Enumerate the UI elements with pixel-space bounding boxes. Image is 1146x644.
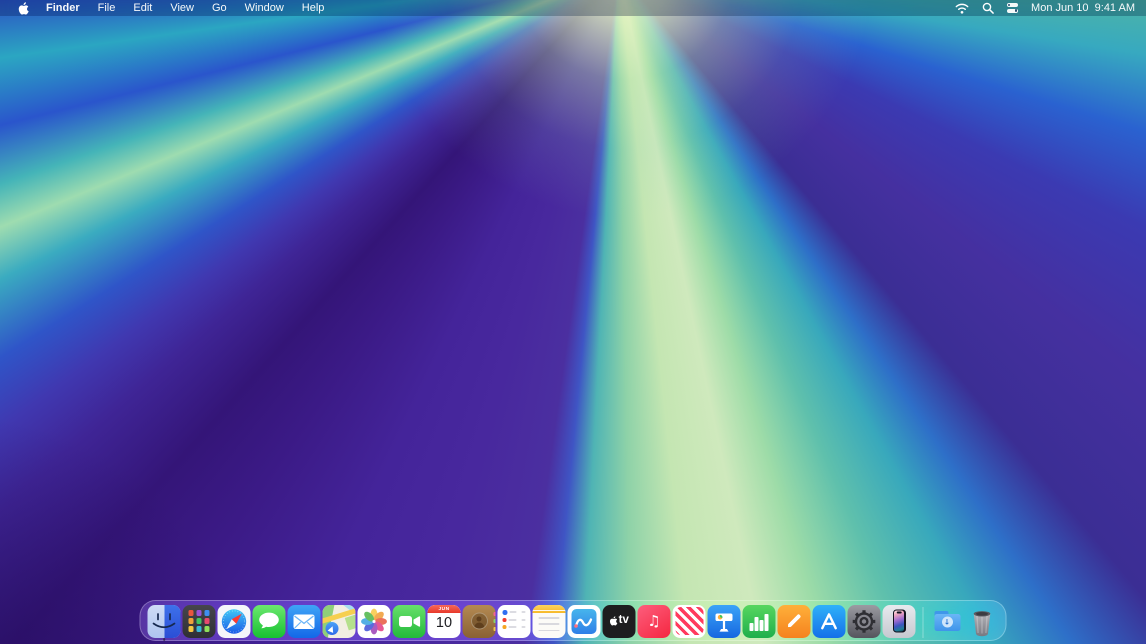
notes-icon (533, 605, 566, 638)
control-center-icon[interactable] (1007, 3, 1018, 12)
menu-window[interactable]: Window (236, 0, 293, 16)
wifi-icon[interactable] (955, 3, 969, 14)
trash-can-icon (966, 605, 999, 638)
menu-go[interactable]: Go (203, 0, 236, 16)
dock: JUN 10 (140, 600, 1007, 641)
menubar-clock[interactable]: Mon Jun 10 9:41 AM (1031, 2, 1135, 14)
dock-divider (923, 607, 924, 638)
menu-bar-status: Mon Jun 10 9:41 AM (955, 2, 1146, 14)
calendar-icon: JUN 10 (428, 605, 461, 638)
desktop-screen: Finder File Edit View Go Window Help Mon… (0, 0, 1146, 644)
menu-edit[interactable]: Edit (124, 0, 161, 16)
calendar-month: JUN (428, 605, 461, 614)
dock-icon-iphone-mirroring[interactable] (883, 605, 916, 638)
dock-icon-facetime[interactable] (393, 605, 426, 638)
dock-icon-appstore[interactable] (813, 605, 846, 638)
dock-icon-calendar[interactable]: JUN 10 (428, 605, 461, 638)
menu-bar: Finder File Edit View Go Window Help Mon… (0, 0, 1146, 16)
facetime-camera-icon (393, 605, 426, 638)
messages-bubble-icon (253, 605, 286, 638)
contacts-icon (463, 605, 496, 638)
photos-flower-icon (358, 605, 391, 638)
menu-help[interactable]: Help (293, 0, 334, 16)
news-icon (673, 605, 706, 638)
dock-icon-safari[interactable] (218, 605, 251, 638)
dock-icon-pages[interactable] (778, 605, 811, 638)
iphone-mirroring-icon (883, 605, 916, 638)
mail-envelope-icon (288, 605, 321, 638)
downloads-folder-icon (931, 605, 964, 638)
desktop-wallpaper[interactable] (0, 0, 1146, 644)
dock-icon-maps[interactable] (323, 605, 356, 638)
menu-bar-left: Finder File Edit View Go Window Help (0, 0, 333, 16)
tv-label: tv (619, 615, 629, 627)
app-store-icon (813, 605, 846, 638)
dock-icon-tv[interactable]: tv (603, 605, 636, 638)
menu-finder[interactable]: Finder (37, 0, 89, 16)
dock-icon-mail[interactable] (288, 605, 321, 638)
dock-icon-trash[interactable] (966, 605, 999, 638)
dock-icon-music[interactable] (638, 605, 671, 638)
dock-icon-notes[interactable] (533, 605, 566, 638)
reminders-list-icon (498, 605, 531, 638)
safari-compass-icon (218, 605, 251, 638)
dock-icon-launchpad[interactable] (183, 605, 216, 638)
apple-logo-icon (18, 2, 29, 15)
music-note-icon (638, 605, 671, 638)
freeform-icon (568, 605, 601, 638)
finder-face-icon (148, 605, 181, 638)
settings-gear-icon (848, 605, 881, 638)
dock-icon-downloads[interactable] (931, 605, 964, 638)
dock-icon-contacts[interactable] (463, 605, 496, 638)
spotlight-search-icon[interactable] (982, 2, 994, 14)
numbers-chart-icon (743, 605, 776, 638)
maps-icon (323, 605, 356, 638)
menu-view[interactable]: View (161, 0, 203, 16)
apple-logo-small-icon (609, 616, 617, 626)
dock-icon-photos[interactable] (358, 605, 391, 638)
apple-tv-icon: tv (603, 605, 636, 638)
dock-icon-keynote[interactable] (708, 605, 741, 638)
dock-icon-reminders[interactable] (498, 605, 531, 638)
dock-icon-freeform[interactable] (568, 605, 601, 638)
menu-file[interactable]: File (89, 0, 125, 16)
dock-icon-system-settings[interactable] (848, 605, 881, 638)
apple-menu-icon[interactable] (10, 2, 37, 15)
calendar-day: 10 (428, 613, 461, 634)
dock-icon-news[interactable] (673, 605, 706, 638)
dock-icon-numbers[interactable] (743, 605, 776, 638)
keynote-podium-icon (708, 605, 741, 638)
pages-pen-icon (778, 605, 811, 638)
launchpad-grid-icon (183, 605, 216, 638)
dock-icon-messages[interactable] (253, 605, 286, 638)
dock-icon-finder[interactable] (148, 605, 181, 638)
